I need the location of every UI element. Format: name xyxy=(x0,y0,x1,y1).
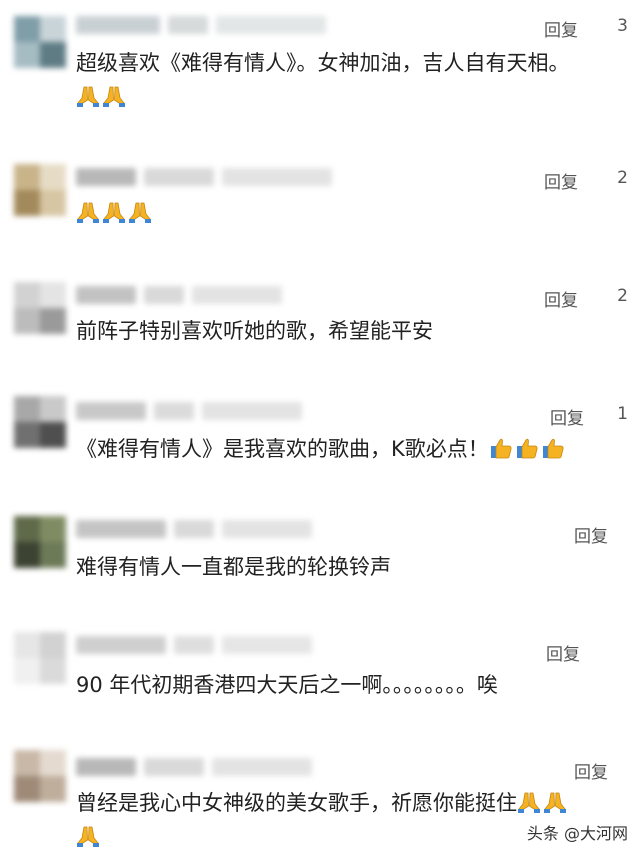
comment-body: 超级喜欢《难得有情人》。女神加油，吉人自有天相。 xyxy=(76,51,570,75)
username[interactable] xyxy=(76,520,320,542)
comment-item: 回复 3 超级喜欢《难得有情人》。女神加油，吉人自有天相。 xyxy=(0,0,640,130)
pray-emoji-icon xyxy=(77,202,99,223)
comment-item: 回复 90 年代初期香港四大天后之一啊。。。。。。。。唉 xyxy=(0,620,640,730)
like-count[interactable]: 1 xyxy=(617,404,628,424)
comment-item: 回复 2 xyxy=(0,150,640,250)
comment-item: 回复 2 前阵子特别喜欢听她的歌，希望能平安 xyxy=(0,268,640,368)
comment-item: 回复 1 《难得有情人》是我喜欢的歌曲，K歌必点！ xyxy=(0,384,640,494)
emoji-row xyxy=(517,791,569,815)
avatar[interactable] xyxy=(14,632,66,684)
like-count[interactable]: 2 xyxy=(617,168,628,188)
username[interactable] xyxy=(76,286,290,308)
avatar[interactable] xyxy=(14,516,66,568)
comment-body: 90 年代初期香港四大天后之一啊。。。。。。。。唉 xyxy=(76,673,498,697)
watermark: 头条 @大河网 xyxy=(526,824,628,843)
comment-body: 前阵子特别喜欢听她的歌，希望能平安 xyxy=(76,319,433,343)
thumbs-up-emoji-icon xyxy=(490,438,512,459)
reply-button[interactable]: 回复 xyxy=(574,522,608,547)
emoji-row xyxy=(76,825,102,849)
avatar[interactable] xyxy=(14,282,66,334)
comment-text: 超级喜欢《难得有情人》。女神加油，吉人自有天相。 xyxy=(76,46,626,114)
comment-text: 90 年代初期香港四大天后之一啊。。。。。。。。唉 xyxy=(76,668,626,702)
pray-emoji-icon xyxy=(77,826,99,847)
thumbs-up-emoji-icon xyxy=(516,438,538,459)
like-count[interactable]: 2 xyxy=(617,286,628,306)
pray-emoji-icon xyxy=(103,86,125,107)
avatar[interactable] xyxy=(14,750,66,802)
comment-item: 回复 难得有情人一直都是我的轮换铃声 xyxy=(0,504,640,604)
comment-body: 难得有情人一直都是我的轮换铃声 xyxy=(76,555,391,579)
reply-button[interactable]: 回复 xyxy=(574,758,608,783)
reply-button[interactable]: 回复 xyxy=(550,404,584,429)
username[interactable] xyxy=(76,16,334,38)
pray-emoji-icon xyxy=(518,792,540,813)
avatar[interactable] xyxy=(14,396,66,448)
username[interactable] xyxy=(76,168,340,190)
reply-button[interactable]: 回复 xyxy=(546,640,580,665)
comment-body: 曾经是我心中女神级的美女歌手，祈愿你能挺住 xyxy=(76,791,517,815)
comment-text: 难得有情人一直都是我的轮换铃声 xyxy=(76,550,626,584)
emoji-row xyxy=(76,201,154,225)
pray-emoji-icon xyxy=(103,202,125,223)
username[interactable] xyxy=(76,402,310,424)
like-count[interactable]: 3 xyxy=(617,16,628,36)
emoji-row xyxy=(489,437,567,461)
comment-body: 《难得有情人》是我喜欢的歌曲，K歌必点！ xyxy=(76,437,489,461)
pray-emoji-icon xyxy=(544,792,566,813)
pray-emoji-icon xyxy=(129,202,151,223)
thumbs-up-emoji-icon xyxy=(542,438,564,459)
comment-text: 《难得有情人》是我喜欢的歌曲，K歌必点！ xyxy=(76,432,626,466)
emoji-row xyxy=(76,85,128,109)
reply-button[interactable]: 回复 xyxy=(544,16,578,41)
username[interactable] xyxy=(76,758,320,780)
comment-text: 前阵子特别喜欢听她的歌，希望能平安 xyxy=(76,314,626,348)
comment-text xyxy=(76,196,626,230)
pray-emoji-icon xyxy=(77,86,99,107)
avatar[interactable] xyxy=(14,16,66,68)
username[interactable] xyxy=(76,636,320,658)
reply-button[interactable]: 回复 xyxy=(544,286,578,311)
reply-button[interactable]: 回复 xyxy=(544,168,578,193)
avatar[interactable] xyxy=(14,164,66,216)
